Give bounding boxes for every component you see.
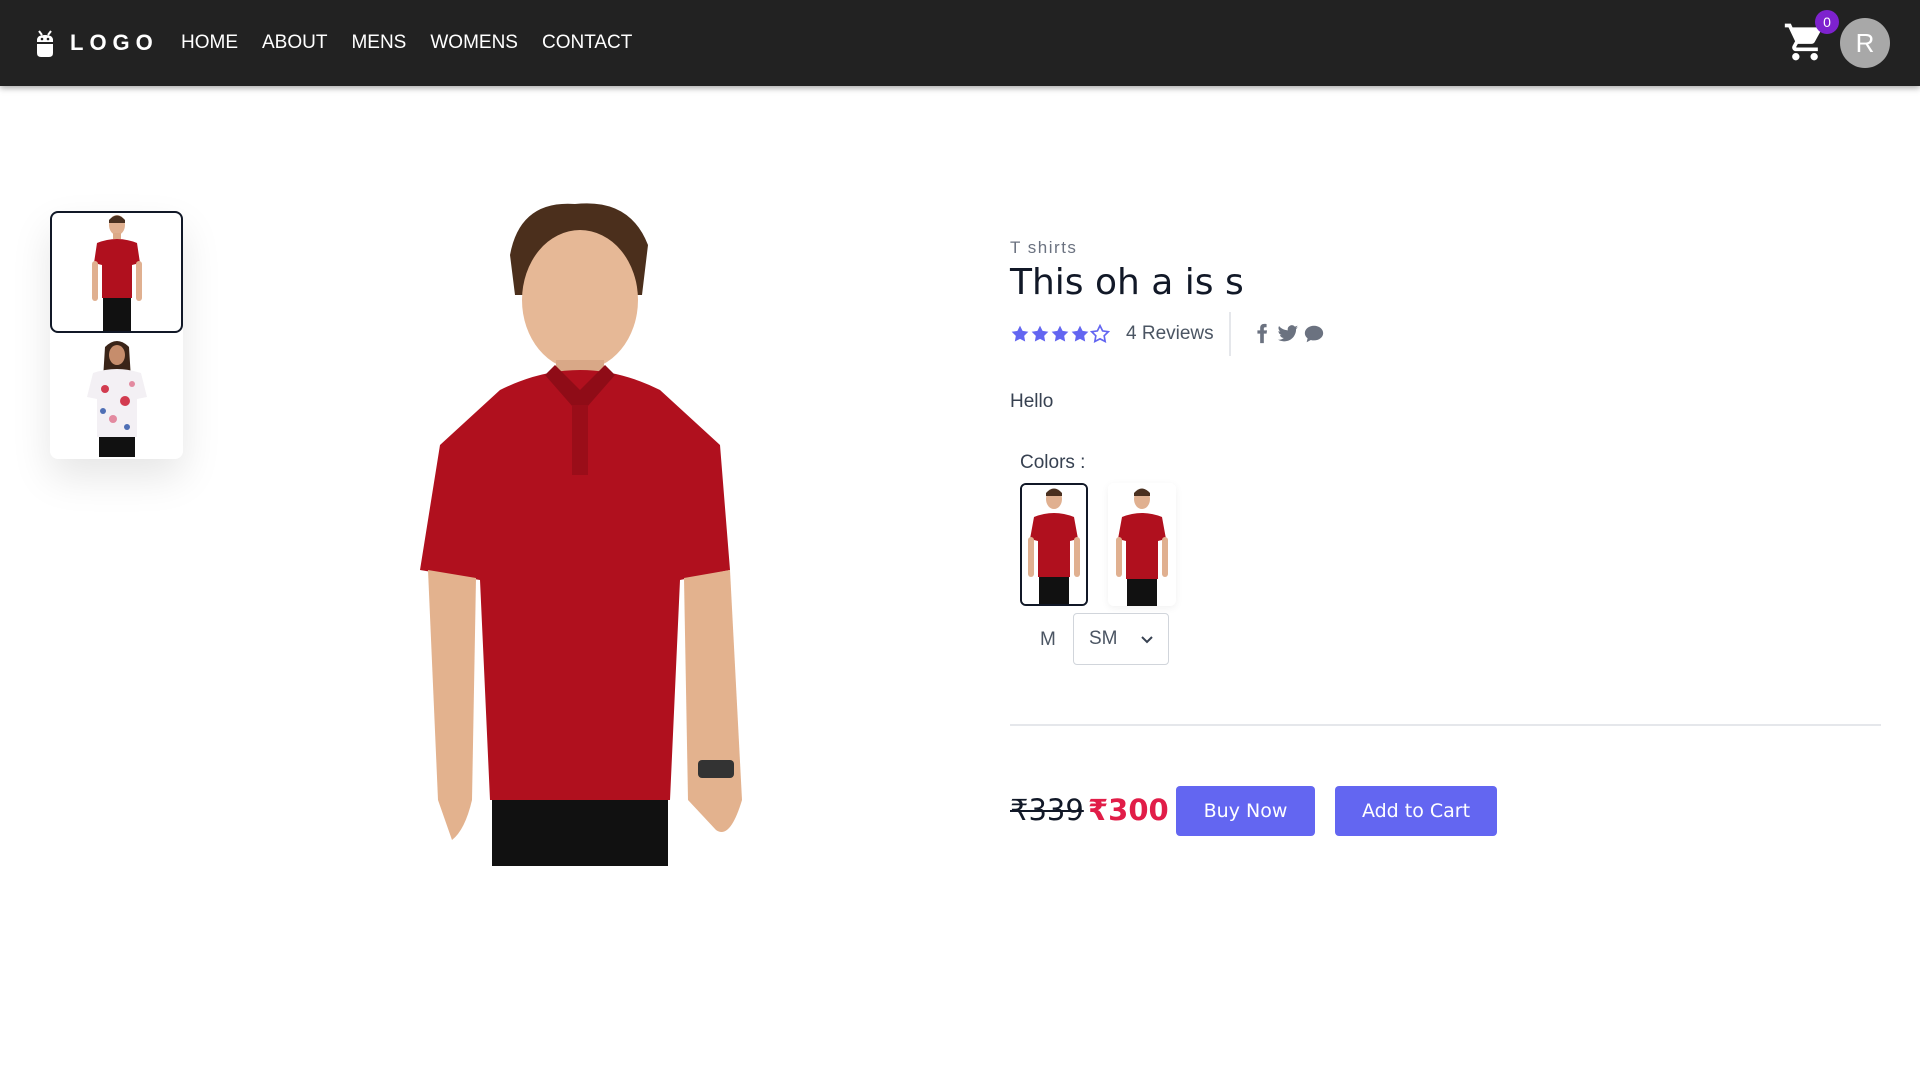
size-select[interactable]: SM — [1073, 613, 1169, 665]
nav-home[interactable]: HOME — [181, 32, 238, 54]
nav-contact[interactable]: CONTACT — [542, 32, 632, 54]
navbar: LOGO HOME ABOUT MENS WOMENS CONTACT 0 R — [0, 0, 1920, 86]
chat-icon[interactable] — [1303, 323, 1325, 345]
product-title: This oh a is s — [1010, 262, 1244, 303]
logo-text: LOGO — [70, 30, 159, 55]
color-options — [1020, 483, 1196, 606]
size-label: M — [1040, 629, 1056, 650]
cart-count-badge: 0 — [1815, 10, 1839, 34]
add-to-cart-button[interactable]: Add to Cart — [1335, 786, 1497, 836]
thumbnail-floral-tee-image — [86, 341, 147, 457]
nav-womens[interactable]: WOMENS — [430, 32, 518, 54]
chevron-down-icon — [1141, 636, 1153, 644]
user-avatar[interactable]: R — [1840, 18, 1890, 68]
buy-now-button[interactable]: Buy Now — [1176, 786, 1315, 836]
rating-row: 4 Reviews — [1010, 312, 1329, 356]
star-icon[interactable] — [1070, 324, 1090, 344]
thumbnail-red-polo[interactable] — [50, 211, 183, 333]
old-price: ₹339 — [1010, 793, 1084, 827]
main-product-image — [420, 203, 742, 866]
nav-links: HOME ABOUT MENS WOMENS CONTACT — [181, 0, 656, 86]
star-icon[interactable] — [1030, 324, 1050, 344]
social-share — [1228, 312, 1329, 356]
thumbnail-list — [50, 211, 183, 459]
star-icon[interactable] — [1050, 324, 1070, 344]
product-category: T shirts — [1010, 238, 1078, 257]
new-price: ₹300 — [1088, 793, 1169, 827]
thumbnail-red-polo-image — [91, 215, 142, 331]
logo[interactable]: LOGO — [34, 28, 159, 58]
color-option-2[interactable] — [1108, 483, 1176, 606]
star-icon[interactable] — [1010, 324, 1030, 344]
size-select-value: SM — [1089, 628, 1118, 649]
star-outline-icon[interactable] — [1090, 324, 1110, 344]
colors-label: Colors : — [1020, 452, 1086, 473]
logo-icon — [37, 30, 53, 57]
color-option-1-image — [1022, 485, 1086, 604]
product-description: Hello — [1010, 391, 1054, 412]
reviews-count: 4 Reviews — [1126, 323, 1214, 344]
color-option-2-image — [1108, 483, 1176, 606]
divider — [1010, 724, 1881, 726]
twitter-icon[interactable] — [1277, 323, 1299, 345]
thumbnail-floral-tee[interactable] — [50, 337, 183, 459]
star-rating — [1010, 324, 1110, 344]
nav-about[interactable]: ABOUT — [262, 32, 327, 54]
nav-mens[interactable]: MENS — [351, 32, 406, 54]
facebook-icon[interactable] — [1251, 323, 1273, 345]
color-option-1[interactable] — [1020, 483, 1088, 606]
